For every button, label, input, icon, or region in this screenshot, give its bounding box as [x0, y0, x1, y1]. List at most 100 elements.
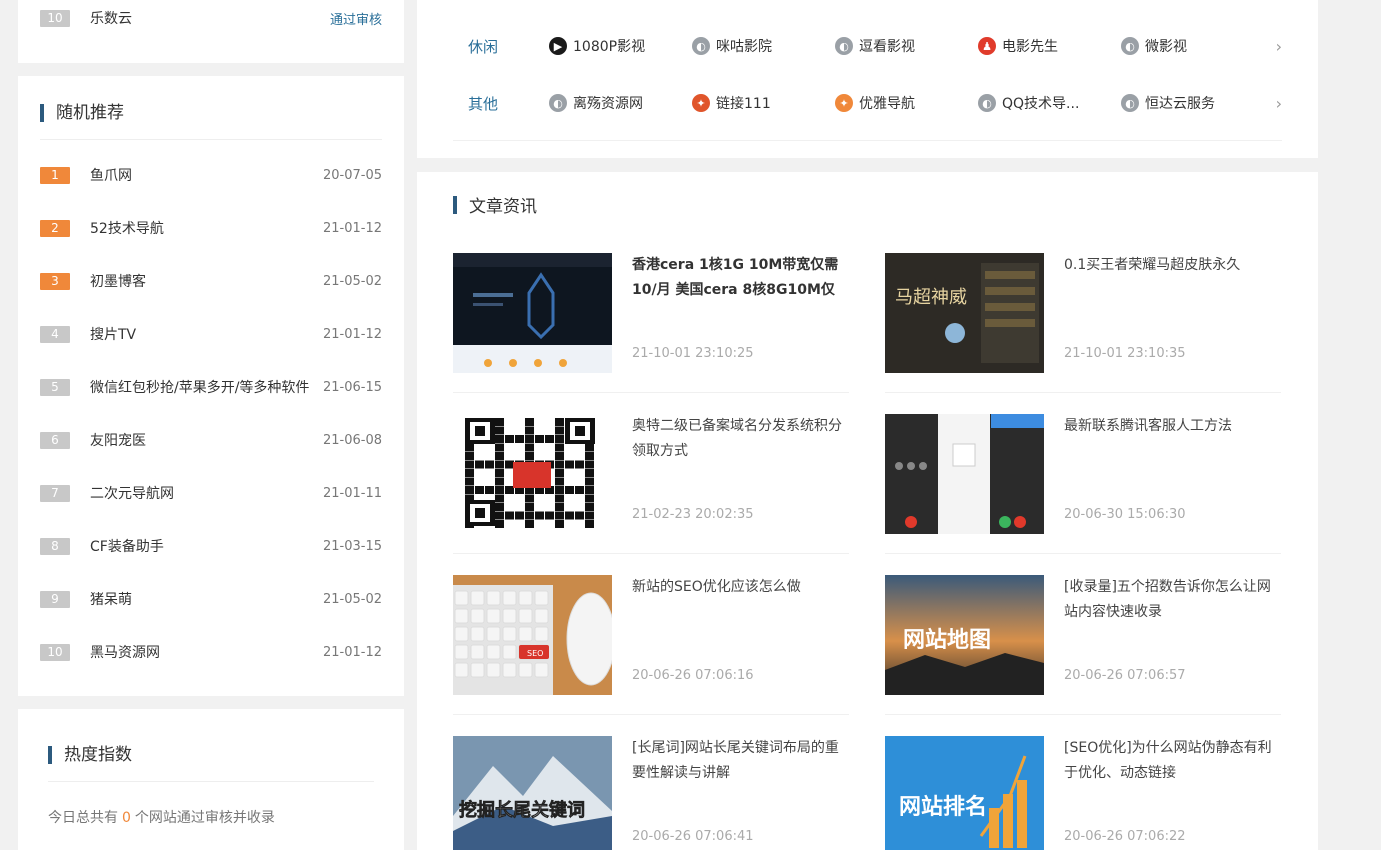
rank-badge: 9 [40, 590, 70, 608]
site-name[interactable]: CF装备助手 [90, 536, 319, 556]
date-label: 21-06-08 [322, 432, 382, 448]
site-name[interactable]: 搜片TV [90, 324, 319, 344]
rank-badge: 7 [40, 484, 70, 502]
site-name[interactable]: 黑马资源网 [90, 642, 319, 662]
site-name[interactable]: 二次元导航网 [90, 483, 319, 503]
chevron-right-icon[interactable]: › [1276, 94, 1282, 113]
site-name[interactable]: 初墨博客 [90, 271, 319, 291]
news-list-item[interactable]: 马超神威 0.1买王者荣耀马超皮肤永久 21-10-01 23:10:35 [885, 253, 1281, 393]
news-list-item[interactable]: 最新联系腾讯客服人工方法 20-06-30 15:06:30 [885, 414, 1281, 554]
site-link-label: 逗看影视 [859, 39, 915, 55]
site-link-label: 咪咕影院 [716, 39, 772, 55]
list-item[interactable]: 6 友阳宠医 21-06-08 [40, 430, 382, 450]
svg-text:马超神威: 马超神威 [895, 287, 967, 308]
site-name[interactable]: 友阳宠医 [90, 430, 319, 450]
rank-badge: 5 [40, 378, 70, 396]
site-link[interactable]: ✦ 优雅导航 [835, 93, 978, 113]
site-link-label: 恒达云服务 [1145, 96, 1215, 112]
news-headline[interactable]: 最新联系腾讯客服人工方法 [1064, 414, 1281, 439]
heat-prefix: 今日总共有 [48, 810, 118, 826]
news-thumbnail[interactable]: 网站地图 [885, 575, 1044, 695]
svg-text:网站地图: 网站地图 [903, 628, 991, 653]
site-name[interactable]: 52技术导航 [90, 218, 319, 238]
site-link[interactable]: ◐ 恒达云服务 [1121, 93, 1264, 113]
news-thumbnail[interactable]: 挖掘长尾关键词 [453, 736, 612, 850]
news-list-item[interactable]: 挖掘长尾关键词 [长尾词]网站长尾关键词布局的重要性解读与讲解 20-06-26 0… [453, 736, 849, 850]
news-timestamp: 20-06-26 07:06:16 [632, 668, 754, 683]
site-link[interactable]: ◐ 离殇资源网 [549, 93, 692, 113]
site-link[interactable]: ◐ 咪咕影院 [692, 36, 835, 56]
news-headline[interactable]: 0.1买王者荣耀马超皮肤永久 [1064, 253, 1281, 278]
site-link[interactable]: ◐ 逗看影视 [835, 36, 978, 56]
list-item[interactable]: 5 微信红包秒抢/苹果多开/等多种软件 21-06-15 [40, 377, 382, 397]
date-label: 20-07-05 [322, 167, 382, 183]
news-headline[interactable]: 香港cera 1核1G 10M带宽仅需10/月 美国cera 8核8G10M仅 [632, 253, 849, 303]
site-link-label: 电影先生 [1002, 39, 1058, 55]
site-name[interactable]: 乐数云 [90, 8, 326, 28]
news-list-item[interactable]: 香港cera 1核1G 10M带宽仅需10/月 美国cera 8核8G10M仅 2… [453, 253, 849, 393]
svg-text:SEO: SEO [527, 649, 543, 658]
news-list-item[interactable]: 网站地图 [收录量]五个招数告诉你怎么让网站内容快速收录 20-06-26 07:0… [885, 575, 1281, 715]
news-thumbnail[interactable]: SEO [453, 575, 612, 695]
news-list-item[interactable]: 奥特二级已备案域名分发系统积分领取方式 21-02-23 20:02:35 [453, 414, 849, 554]
news-list-item[interactable]: SEO 新站的SEO优化应该怎么做 20-06-26 07:06:16 [453, 575, 849, 715]
list-item[interactable]: 3 初墨博客 21-05-02 [40, 271, 382, 291]
news-thumbnail[interactable]: 马超神威 [885, 253, 1044, 373]
date-label: 21-01-12 [322, 326, 382, 342]
person-icon: ♟ [978, 37, 996, 55]
rank-badge: 6 [40, 431, 70, 449]
site-name[interactable]: 猪呆萌 [90, 589, 319, 609]
category-label[interactable]: 其他 [453, 93, 549, 114]
site-name[interactable]: 鱼爪网 [90, 165, 319, 185]
section-title: 热度指数 [64, 745, 132, 765]
date-label: 21-03-15 [322, 538, 382, 554]
news-timestamp: 20-06-26 07:06:57 [1064, 668, 1186, 683]
status-badge: 通过审核 [329, 12, 382, 28]
news-headline[interactable]: 新站的SEO优化应该怎么做 [632, 575, 849, 600]
category-label[interactable]: 休闲 [453, 36, 549, 57]
news-thumbnail[interactable] [885, 414, 1044, 534]
section-title: 随机推荐 [56, 103, 124, 123]
divider [453, 140, 1282, 141]
news-thumbnail[interactable] [453, 253, 612, 373]
list-item[interactable]: 4 搜片TV 21-01-12 [40, 324, 382, 344]
news-list-item[interactable]: 网站排名 [SEO优化]为什么网站伪静态有利于优化、动态链接 20-06-26 07… [885, 736, 1281, 850]
globe-icon: ◐ [978, 94, 996, 112]
site-name[interactable]: 微信红包秒抢/苹果多开/等多种软件 [90, 377, 319, 397]
random-recommend-card: 随机推荐 1 鱼爪网 20-07-05 2 52技术导航 21-01-12 3 初墨博客 21-… [18, 76, 404, 696]
site-link-label: 优雅导航 [859, 96, 915, 112]
section-header: 文章资讯 [453, 192, 537, 217]
list-item[interactable]: 2 52技术导航 21-01-12 [40, 218, 382, 238]
rank-badge: 10 [40, 643, 70, 661]
date-label: 21-06-15 [322, 379, 382, 395]
list-item[interactable]: 10 乐数云 通过审核 [40, 8, 382, 28]
list-item[interactable]: 9 猪呆萌 21-05-02 [40, 589, 382, 609]
list-item[interactable]: 8 CF装备助手 21-03-15 [40, 536, 382, 556]
globe-icon: ◐ [835, 37, 853, 55]
news-headline[interactable]: [收录量]五个招数告诉你怎么让网站内容快速收录 [1064, 575, 1281, 625]
site-link[interactable]: ✦ 链接111 [692, 93, 835, 113]
site-link[interactable]: ◐ QQ技术导... [978, 93, 1121, 113]
news-thumbnail[interactable] [453, 414, 612, 534]
list-item[interactable]: 1 鱼爪网 20-07-05 [40, 165, 382, 185]
news-headline[interactable]: [SEO优化]为什么网站伪静态有利于优化、动态链接 [1064, 736, 1281, 786]
list-item[interactable]: 10 黑马资源网 21-01-12 [40, 642, 382, 662]
site-category-card: 休闲 ▶ 1080P影视 ◐ 咪咕影院 ◐ 逗看影视 ♟ 电影先生 ◐ 微影视 › 其他 ◐ 离殇资源网 ✦ 链… [417, 0, 1318, 158]
chevron-right-icon[interactable]: › [1276, 37, 1282, 56]
film-icon: ▶ [549, 37, 567, 55]
site-link[interactable]: ◐ 微影视 [1121, 36, 1264, 56]
news-headline[interactable]: [长尾词]网站长尾关键词布局的重要性解读与讲解 [632, 736, 849, 786]
list-item[interactable]: 7 二次元导航网 21-01-11 [40, 483, 382, 503]
news-timestamp: 20-06-30 15:06:30 [1064, 507, 1186, 522]
site-link[interactable]: ♟ 电影先生 [978, 36, 1121, 56]
title-accent-bar [40, 104, 44, 122]
site-link[interactable]: ▶ 1080P影视 [549, 36, 692, 56]
rank-badge: 2 [40, 219, 70, 237]
section-header: 热度指数 [48, 744, 374, 782]
globe-icon: ◐ [549, 94, 567, 112]
site-link-label: 微影视 [1145, 39, 1187, 55]
brand-icon: ✦ [835, 94, 853, 112]
news-headline[interactable]: 奥特二级已备案域名分发系统积分领取方式 [632, 414, 849, 464]
news-thumbnail[interactable]: 网站排名 [885, 736, 1044, 850]
site-link-label: 离殇资源网 [573, 96, 643, 112]
